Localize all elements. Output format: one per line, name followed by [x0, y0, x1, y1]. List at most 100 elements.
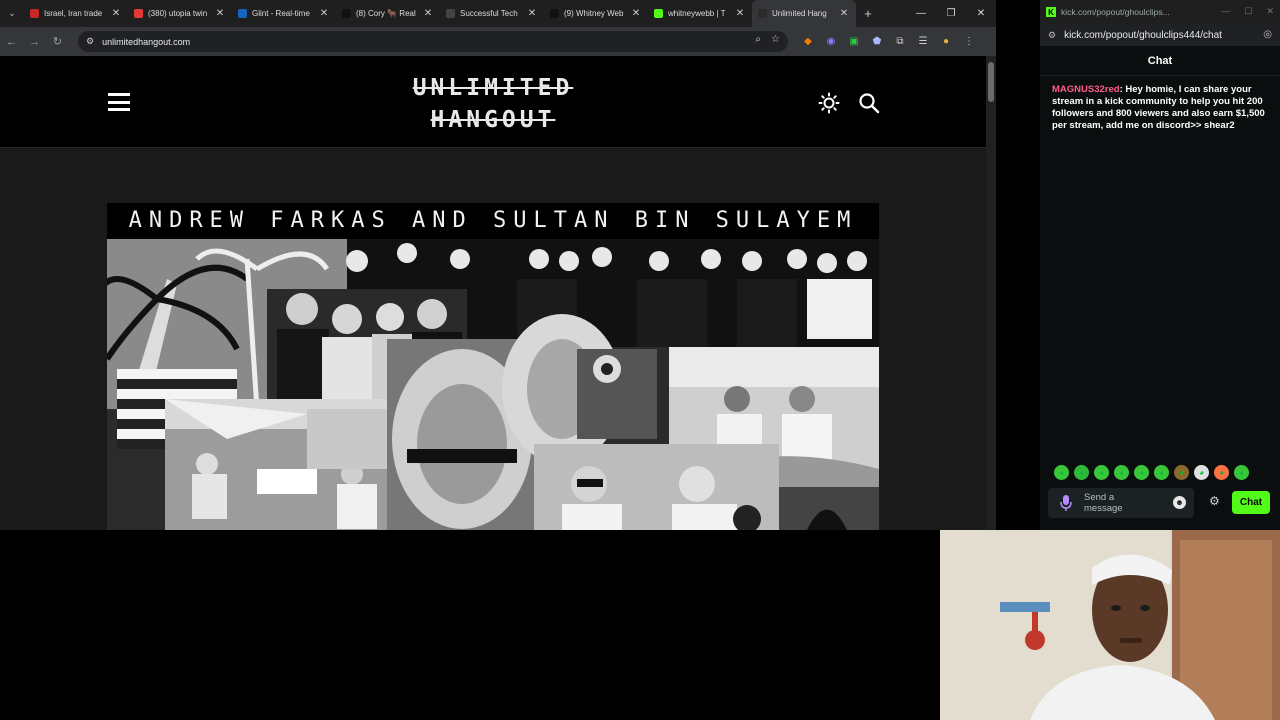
eye-off-icon[interactable]: ◎: [1263, 29, 1272, 40]
chat-maximize-icon[interactable]: ☐: [1244, 6, 1252, 17]
extension-swirl-icon[interactable]: ◉: [823, 33, 839, 49]
emote-icon[interactable]: ◕: [1054, 465, 1069, 480]
tab-search-chevron-icon[interactable]: ⌄: [0, 0, 24, 27]
emote-icon[interactable]: ◕: [1174, 465, 1189, 480]
chat-send-button[interactable]: Chat: [1232, 491, 1270, 514]
new-tab-button[interactable]: +: [856, 6, 880, 21]
tab-favicon-icon: [550, 9, 559, 18]
profile-avatar-icon[interactable]: ●: [938, 33, 954, 49]
tab-favicon-icon: [446, 9, 455, 18]
browser-tab[interactable]: (380) utopia twin ✕: [128, 0, 232, 27]
chat-popout-window: K kick.com/popout/ghoulclips... — ☐ ✕ ⚙ …: [1040, 0, 1280, 530]
browser-tab[interactable]: (9) Whitney Web ✕: [544, 0, 648, 27]
emoji-picker-icon[interactable]: ☻: [1173, 496, 1186, 509]
search-icon[interactable]: [858, 92, 880, 114]
theme-toggle-sun-icon[interactable]: [818, 92, 840, 114]
emote-icon[interactable]: ◕: [1114, 465, 1129, 480]
chat-url: kick.com/popout/ghoulclips444/chat: [1064, 29, 1222, 41]
chat-url-bar[interactable]: ⚙ kick.com/popout/ghoulclips444/chat ◎: [1040, 24, 1280, 46]
browser-tab[interactable]: Successful Tech ✕: [440, 0, 544, 27]
browser-tab[interactable]: whitneywebb | T ✕: [648, 0, 752, 27]
chat-window-titlebar: K kick.com/popout/ghoulclips... — ☐ ✕: [1040, 0, 1280, 24]
emote-icon[interactable]: ◕: [1094, 465, 1109, 480]
browser-tab[interactable]: (8) Cory 🐂 Real ✕: [336, 0, 440, 27]
tab-close-icon[interactable]: ✕: [734, 8, 746, 19]
menu-kebab-icon[interactable]: ⋮: [961, 33, 977, 49]
tab-title: (9) Whitney Web: [564, 9, 624, 18]
chat-username[interactable]: MAGNUS32red: [1052, 84, 1120, 95]
extension-fox-icon[interactable]: ◆: [800, 33, 816, 49]
tab-close-icon[interactable]: ✕: [214, 8, 226, 19]
browser-tab[interactable]: Israel, Iran trade ✕: [24, 0, 128, 27]
address-url: unlimitedhangout.com: [102, 36, 191, 47]
emote-icon[interactable]: ◕: [1214, 465, 1229, 480]
extension-green-icon[interactable]: ▣: [846, 33, 862, 49]
chat-input-placeholder: Send a message: [1084, 492, 1123, 514]
tab-title: whitneywebb | T: [668, 9, 726, 18]
menu-hamburger-icon[interactable]: [108, 93, 130, 111]
emote-icon[interactable]: ◕: [1194, 465, 1209, 480]
site-logo[interactable]: UNLIMITED HANGOUT: [378, 72, 608, 136]
maximize-icon[interactable]: ❐: [936, 0, 966, 27]
reload-button[interactable]: ↻: [46, 27, 69, 56]
tab-close-icon[interactable]: ✕: [838, 8, 850, 19]
screen: ⌄ Israel, Iran trade ✕ (380) utopia twin ✕ G…: [0, 0, 1280, 720]
chat-window-title: kick.com/popout/ghoulclips...: [1061, 7, 1170, 17]
chat-message-input[interactable]: Send a message ☻: [1048, 488, 1194, 518]
tab-favicon-icon: [30, 9, 39, 18]
kick-logo-icon: K: [1046, 7, 1056, 17]
scrollbar-thumb[interactable]: [988, 62, 994, 102]
tab-title: Unlimited Hang: [772, 9, 827, 18]
site-header: UNLIMITED HANGOUT: [0, 56, 986, 148]
extensions-area: ◆ ◉ ▣ ⬟ ⧉ ☰ ● ⋮: [800, 33, 977, 49]
chat-site-info-icon[interactable]: ⚙: [1048, 30, 1056, 41]
extensions-puzzle-icon[interactable]: ⧉: [892, 33, 908, 49]
chat-close-icon[interactable]: ✕: [1266, 6, 1274, 17]
tab-title: Israel, Iran trade: [44, 9, 103, 18]
address-bar[interactable]: ⚙ unlimitedhangout.com ⌕ ☆: [78, 31, 788, 52]
browser-tab[interactable]: Unlimited Hang ✕: [752, 0, 856, 27]
tab-title: (380) utopia twin: [148, 9, 208, 18]
tab-title: (8) Cory 🐂 Real: [356, 9, 416, 18]
tab-close-icon[interactable]: ✕: [630, 8, 642, 19]
tab-favicon-icon: [134, 9, 143, 18]
browser-window: ⌄ Israel, Iran trade ✕ (380) utopia twin ✕ G…: [0, 0, 996, 530]
chat-minimize-icon[interactable]: —: [1221, 6, 1230, 17]
photo-collage-image: [107, 239, 879, 530]
close-icon[interactable]: ✕: [966, 0, 996, 27]
site-info-icon[interactable]: ⚙: [86, 36, 94, 47]
tab-strip: ⌄ Israel, Iran trade ✕ (380) utopia twin ✕ G…: [0, 0, 996, 27]
chat-window-controls: — ☐ ✕: [1221, 6, 1274, 17]
forward-button[interactable]: →: [23, 27, 46, 56]
tab-close-icon[interactable]: ✕: [110, 8, 122, 19]
logo-line-2: HANGOUT: [430, 107, 556, 133]
web-page: UNLIMITED HANGOUT ANDREW FARKAS AND SULT…: [0, 56, 986, 530]
back-button[interactable]: ←: [0, 27, 23, 56]
bookmark-star-icon[interactable]: ☆: [771, 34, 780, 45]
hero-title: ANDREW FARKAS AND SULTAN BIN SULAYEM: [107, 203, 879, 239]
tab-favicon-icon: [238, 9, 247, 18]
tab-close-icon[interactable]: ✕: [318, 8, 330, 19]
chat-settings-gear-icon[interactable]: ⚙: [1209, 494, 1220, 508]
emote-icon[interactable]: ◕: [1154, 465, 1169, 480]
featured-article-image[interactable]: ANDREW FARKAS AND SULTAN BIN SULAYEM: [107, 203, 879, 530]
tab-list: Israel, Iran trade ✕ (380) utopia twin ✕ Gli…: [24, 0, 856, 27]
page-scrollbar[interactable]: [986, 56, 996, 530]
chat-header: Chat: [1040, 46, 1280, 76]
zoom-icon[interactable]: ⌕: [755, 34, 761, 45]
tab-title: Successful Tech: [460, 9, 518, 18]
extension-shield-icon[interactable]: ⬟: [869, 33, 885, 49]
emote-icon[interactable]: ◕: [1234, 465, 1249, 480]
microphone-icon[interactable]: [1058, 494, 1074, 512]
reading-list-icon[interactable]: ☰: [915, 33, 931, 49]
emote-icon[interactable]: ◕: [1134, 465, 1149, 480]
window-controls: — ❐ ✕: [906, 0, 996, 27]
tab-favicon-icon: [758, 9, 767, 18]
tab-favicon-icon: [654, 9, 663, 18]
minimize-icon[interactable]: —: [906, 0, 936, 27]
emote-icon[interactable]: ◕: [1074, 465, 1089, 480]
tab-close-icon[interactable]: ✕: [422, 8, 434, 19]
tab-close-icon[interactable]: ✕: [526, 8, 538, 19]
browser-tab[interactable]: Glint - Real-time ✕: [232, 0, 336, 27]
chat-message: MAGNUS32red: Hey homie, I can share your…: [1052, 84, 1272, 132]
